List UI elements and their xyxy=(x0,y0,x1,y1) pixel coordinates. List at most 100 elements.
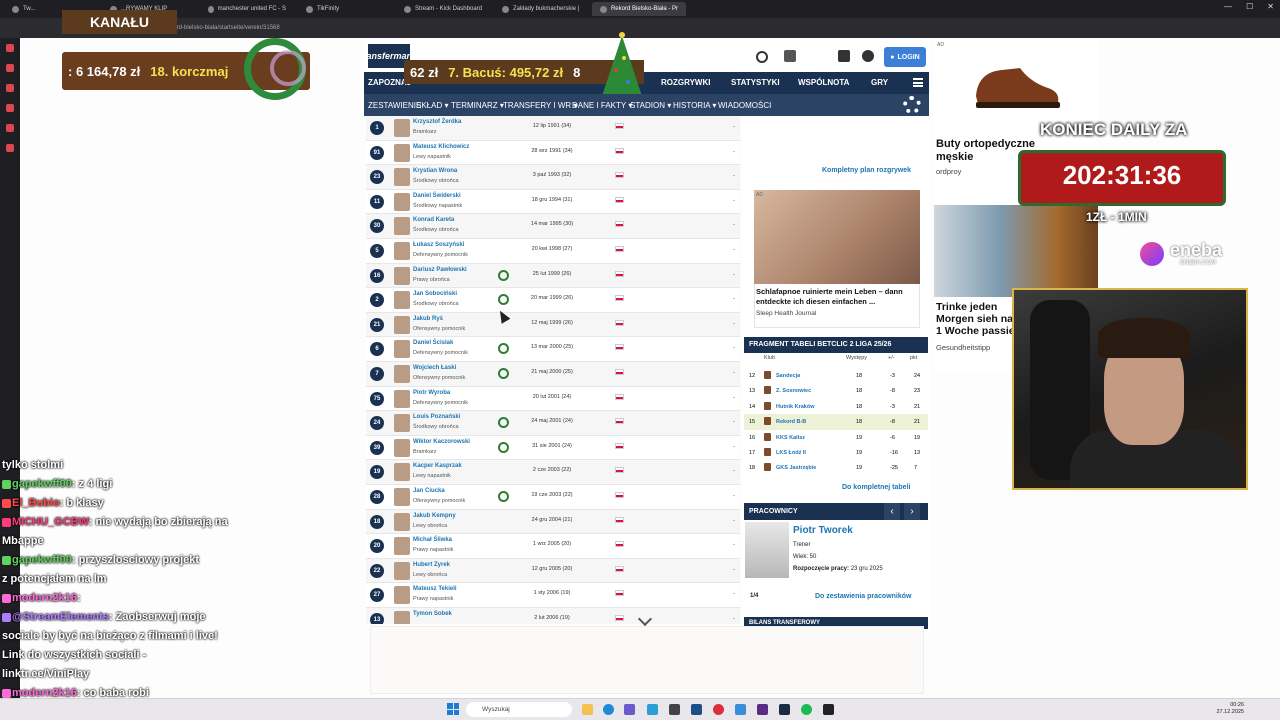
nav-item-rozgrywki[interactable]: ROZGRYWKI xyxy=(661,78,710,87)
table-club[interactable]: Rekord B-B xyxy=(776,419,806,425)
table-row[interactable]: 13 Tymon Sobek 2 lut 2006 (19) - xyxy=(366,608,740,624)
player-name[interactable]: Krystian Wrona xyxy=(413,168,457,174)
player-name[interactable]: Wojciech Łaski xyxy=(413,365,456,371)
table-row[interactable]: 17 LKS Łódź II 19 -16 13 xyxy=(744,445,928,460)
next-arrow-icon[interactable]: › xyxy=(904,503,920,520)
app-icon[interactable] xyxy=(735,704,746,715)
browser-tab[interactable]: TikFinity xyxy=(298,2,392,16)
previous-club-icon[interactable] xyxy=(498,269,509,281)
table-row[interactable]: 13 Z. Sosnowiec 18 -8 23 xyxy=(744,383,928,398)
table-row[interactable]: 15 Rekord B-B 18 -8 21 xyxy=(744,414,928,430)
clock[interactable]: 00:26 27.12.2025 xyxy=(1216,702,1244,716)
sidebar-icon[interactable] xyxy=(6,84,14,92)
subnav-item[interactable]: TERMINARZ ▾ xyxy=(451,101,504,110)
player-name[interactable]: Daniel Ścislak xyxy=(413,340,453,346)
sidebar-icon[interactable] xyxy=(6,124,14,132)
player-photo[interactable] xyxy=(394,463,410,482)
player-name[interactable]: Louis Poznański xyxy=(413,414,460,420)
menu-icon[interactable] xyxy=(913,78,923,87)
table-row[interactable]: 6 Daniel Ścislak Defensywny pomocnik 13 mar… xyxy=(366,337,740,362)
maximize-icon[interactable]: ☐ xyxy=(1246,2,1253,11)
table-row[interactable]: 23 Krystian Wrona Środkowy obrońca 3 paź 19… xyxy=(366,165,740,190)
subnav-item[interactable]: STADION ▾ xyxy=(630,101,671,110)
previous-club-icon[interactable] xyxy=(498,368,509,379)
player-photo[interactable] xyxy=(394,365,410,383)
player-name[interactable]: Mateusz Klichowicz xyxy=(413,144,469,150)
player-name[interactable]: Tymon Sobek xyxy=(413,611,452,617)
user-icon[interactable] xyxy=(784,50,796,62)
opera-icon[interactable] xyxy=(713,704,724,715)
table-row[interactable]: 22 Hubert Zyrek Lewy obrońca 12 gru 2005 (2… xyxy=(366,558,740,584)
shoe-ad-image[interactable] xyxy=(968,58,1064,118)
player-photo[interactable] xyxy=(394,340,410,359)
table-row[interactable]: 27 Mateusz Tekieli Prawy napastnik 1 sty 20… xyxy=(366,583,740,608)
nav-item-gry[interactable]: GRY xyxy=(871,78,888,87)
sidebar-icon[interactable] xyxy=(6,44,14,52)
player-name[interactable]: Jakub Ryś xyxy=(413,316,443,322)
windows-start-icon[interactable] xyxy=(447,703,459,715)
table-row[interactable]: 75 Piotr Wyroba Defensywny pomocnik 20 lut … xyxy=(366,387,740,412)
app-icon[interactable] xyxy=(757,704,768,715)
player-name[interactable]: Wiktor Kaczorowski xyxy=(413,439,470,445)
player-photo[interactable] xyxy=(394,537,410,556)
player-name[interactable]: Daniel Świderski xyxy=(413,193,461,199)
player-name[interactable]: Michał Śliwka xyxy=(413,537,452,543)
full-schedule-link[interactable]: Kompletny plan rozgrywek xyxy=(822,167,911,174)
table-club[interactable]: GKS Jastrzębie xyxy=(776,465,816,471)
obs-icon[interactable] xyxy=(823,704,834,715)
subnav-item[interactable]: SKŁAD ▾ xyxy=(416,101,448,110)
chat-username[interactable]: modern2k16 xyxy=(12,592,77,604)
table-row[interactable]: 1 Krzysztof Żerdka Bramkarz 12 lip 1991 (34… xyxy=(366,116,740,141)
nav-item-wspolnota[interactable]: WSPÓLNOTA xyxy=(798,78,849,87)
previous-club-icon[interactable] xyxy=(498,343,509,355)
player-photo[interactable] xyxy=(394,119,410,137)
subnav-item[interactable]: TRANSFERY I WR ▾ xyxy=(503,101,577,110)
app-icon[interactable] xyxy=(669,704,680,715)
table-row[interactable]: 39 Wiktor Kaczorowski Bramkarz 31 sie 2001 … xyxy=(366,436,740,461)
table-row[interactable]: 19 Kacper Kasprzak Lewy napastnik 2 cze 200… xyxy=(366,460,740,485)
table-row[interactable]: 7 Wojciech Łaski Ofensywny pomocnik 21 maj … xyxy=(366,362,740,387)
player-name[interactable]: Mateusz Tekieli xyxy=(413,586,457,592)
spotify-icon[interactable] xyxy=(801,704,812,715)
table-row[interactable]: 12 Sandecja 18 -3 24 xyxy=(744,368,928,383)
table-row[interactable]: 16 Dariusz Pawłowski Prawy obrońca 25 lut 1… xyxy=(366,263,740,289)
player-name[interactable]: Jan Ciucka xyxy=(413,488,445,494)
login-button[interactable]: ● LOGIN xyxy=(884,47,926,67)
bottom-ad-area[interactable] xyxy=(370,626,924,694)
browser-tab[interactable]: Zakłady bukmacherskie | xyxy=(494,2,588,16)
player-name[interactable]: Jakub Kempny xyxy=(413,513,456,519)
player-name[interactable]: Hubert Zyrek xyxy=(413,562,450,568)
table-club[interactable]: KKS Kalisz xyxy=(776,435,805,441)
table-row[interactable]: 18 GKS Jastrzębie 19 -25 7 xyxy=(744,460,928,475)
sidebar-icon[interactable] xyxy=(6,64,14,72)
chat-username[interactable]: gapekwff00 xyxy=(12,554,72,566)
player-photo[interactable] xyxy=(394,315,410,334)
table-row[interactable]: 16 KKS Kalisz 19 -6 19 xyxy=(744,430,928,445)
player-photo[interactable] xyxy=(394,488,410,506)
bookmark-icon[interactable] xyxy=(838,50,850,62)
player-photo[interactable] xyxy=(394,512,410,531)
close-icon[interactable]: ✕ xyxy=(1267,2,1274,11)
player-name[interactable]: Łukasz Soszyński xyxy=(413,242,464,248)
table-club[interactable]: LKS Łódź II xyxy=(776,450,806,456)
vscode-icon[interactable] xyxy=(691,704,702,715)
browser-tab[interactable]: manchester united FC - S xyxy=(200,2,294,16)
player-photo[interactable] xyxy=(394,414,410,433)
player-photo[interactable] xyxy=(394,291,410,310)
player-name[interactable]: Krzysztof Żerdka xyxy=(413,119,461,125)
sidebar-icon[interactable] xyxy=(6,144,14,152)
player-photo[interactable] xyxy=(394,438,410,457)
subnav-item[interactable]: HISTORIA ▾ xyxy=(673,101,716,110)
minimize-icon[interactable]: — xyxy=(1224,2,1232,11)
gear-icon[interactable] xyxy=(903,96,921,114)
app-icon[interactable] xyxy=(647,704,658,715)
staff-photo[interactable] xyxy=(745,522,789,578)
ad-title[interactable]: Schlafapnoe ruinierte mein Leben – dann … xyxy=(756,287,918,307)
table-row[interactable]: 91 Mateusz Klichowicz Lewy napastnik 28 wrz… xyxy=(366,141,740,166)
previous-club-icon[interactable] xyxy=(498,417,509,429)
browser-tab[interactable]: Rekord Bielsko-Biała - Pr xyxy=(592,2,686,16)
browser-tab[interactable]: Stream - Kick Dashboard xyxy=(396,2,490,16)
subnav-item[interactable]: DANE I FAKTY ▾ xyxy=(572,101,632,110)
player-name[interactable]: Konrad Kareta xyxy=(413,217,454,223)
player-photo[interactable] xyxy=(394,143,410,162)
